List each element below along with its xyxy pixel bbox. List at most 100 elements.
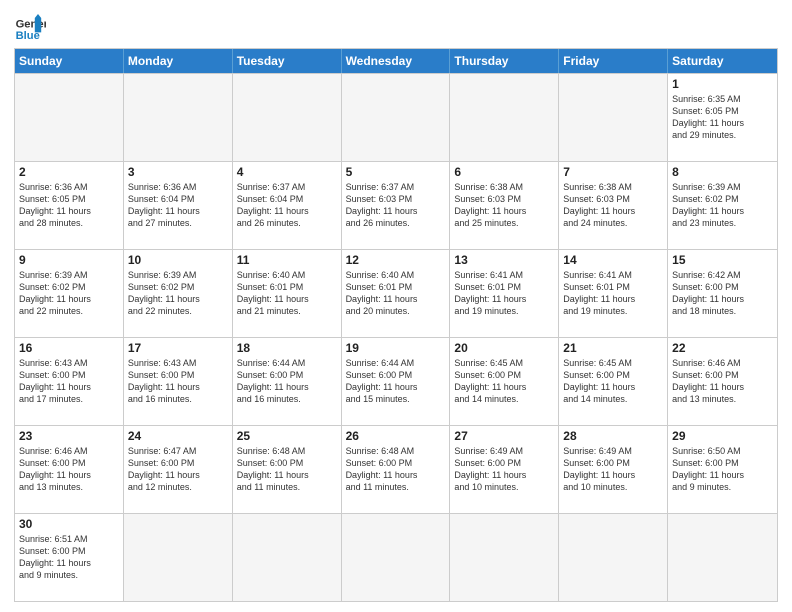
cell-date: 27	[454, 429, 554, 443]
cal-cell: 4 Sunrise: 6:37 AM Sunset: 6:04 PM Daylig…	[233, 162, 342, 249]
cell-info: Sunrise: 6:50 AM Sunset: 6:00 PM Dayligh…	[672, 445, 773, 494]
cal-cell	[450, 74, 559, 161]
cell-date: 16	[19, 341, 119, 355]
cal-cell: 26 Sunrise: 6:48 AM Sunset: 6:00 PM Dayli…	[342, 426, 451, 513]
cell-date: 19	[346, 341, 446, 355]
cell-date: 1	[672, 77, 773, 91]
cal-cell	[124, 514, 233, 601]
cell-info: Sunrise: 6:48 AM Sunset: 6:00 PM Dayligh…	[346, 445, 446, 494]
cal-cell: 29 Sunrise: 6:50 AM Sunset: 6:00 PM Dayli…	[668, 426, 777, 513]
cal-cell	[668, 514, 777, 601]
cell-date: 3	[128, 165, 228, 179]
cal-week-row: 30 Sunrise: 6:51 AM Sunset: 6:00 PM Dayli…	[15, 513, 777, 601]
cell-info: Sunrise: 6:41 AM Sunset: 6:01 PM Dayligh…	[454, 269, 554, 318]
cal-cell: 13 Sunrise: 6:41 AM Sunset: 6:01 PM Dayli…	[450, 250, 559, 337]
logo-icon: General Blue	[14, 10, 46, 42]
cell-info: Sunrise: 6:36 AM Sunset: 6:05 PM Dayligh…	[19, 181, 119, 230]
cal-week-row: 16 Sunrise: 6:43 AM Sunset: 6:00 PM Dayli…	[15, 337, 777, 425]
header: General Blue	[14, 10, 778, 42]
cal-week-row: 9 Sunrise: 6:39 AM Sunset: 6:02 PM Daylig…	[15, 249, 777, 337]
cell-info: Sunrise: 6:48 AM Sunset: 6:00 PM Dayligh…	[237, 445, 337, 494]
cell-info: Sunrise: 6:49 AM Sunset: 6:00 PM Dayligh…	[454, 445, 554, 494]
cell-info: Sunrise: 6:44 AM Sunset: 6:00 PM Dayligh…	[237, 357, 337, 406]
cell-info: Sunrise: 6:46 AM Sunset: 6:00 PM Dayligh…	[19, 445, 119, 494]
cell-date: 5	[346, 165, 446, 179]
cell-date: 21	[563, 341, 663, 355]
cell-info: Sunrise: 6:37 AM Sunset: 6:04 PM Dayligh…	[237, 181, 337, 230]
cell-info: Sunrise: 6:38 AM Sunset: 6:03 PM Dayligh…	[563, 181, 663, 230]
cell-info: Sunrise: 6:43 AM Sunset: 6:00 PM Dayligh…	[128, 357, 228, 406]
cell-info: Sunrise: 6:37 AM Sunset: 6:03 PM Dayligh…	[346, 181, 446, 230]
cal-cell	[342, 74, 451, 161]
cal-cell: 27 Sunrise: 6:49 AM Sunset: 6:00 PM Dayli…	[450, 426, 559, 513]
calendar: SundayMondayTuesdayWednesdayThursdayFrid…	[14, 48, 778, 602]
cell-date: 6	[454, 165, 554, 179]
cal-header-cell: Sunday	[15, 49, 124, 73]
cal-cell: 9 Sunrise: 6:39 AM Sunset: 6:02 PM Daylig…	[15, 250, 124, 337]
cell-date: 20	[454, 341, 554, 355]
cell-date: 2	[19, 165, 119, 179]
cal-cell: 25 Sunrise: 6:48 AM Sunset: 6:00 PM Dayli…	[233, 426, 342, 513]
cal-header-cell: Monday	[124, 49, 233, 73]
cell-date: 26	[346, 429, 446, 443]
cell-info: Sunrise: 6:42 AM Sunset: 6:00 PM Dayligh…	[672, 269, 773, 318]
cell-info: Sunrise: 6:49 AM Sunset: 6:00 PM Dayligh…	[563, 445, 663, 494]
calendar-header-row: SundayMondayTuesdayWednesdayThursdayFrid…	[15, 49, 777, 73]
cell-info: Sunrise: 6:35 AM Sunset: 6:05 PM Dayligh…	[672, 93, 773, 142]
calendar-body: 1 Sunrise: 6:35 AM Sunset: 6:05 PM Daylig…	[15, 73, 777, 601]
cal-cell	[15, 74, 124, 161]
cell-info: Sunrise: 6:39 AM Sunset: 6:02 PM Dayligh…	[128, 269, 228, 318]
cal-cell: 18 Sunrise: 6:44 AM Sunset: 6:00 PM Dayli…	[233, 338, 342, 425]
cal-week-row: 2 Sunrise: 6:36 AM Sunset: 6:05 PM Daylig…	[15, 161, 777, 249]
cell-info: Sunrise: 6:44 AM Sunset: 6:00 PM Dayligh…	[346, 357, 446, 406]
cal-header-cell: Wednesday	[342, 49, 451, 73]
cal-cell: 6Sunrise: 6:38 AM Sunset: 6:03 PM Daylig…	[450, 162, 559, 249]
cell-date: 18	[237, 341, 337, 355]
cal-cell: 5 Sunrise: 6:37 AM Sunset: 6:03 PM Daylig…	[342, 162, 451, 249]
page: General Blue SundayMondayTuesdayWednesda…	[0, 0, 792, 612]
cell-info: Sunrise: 6:40 AM Sunset: 6:01 PM Dayligh…	[346, 269, 446, 318]
cell-date: 25	[237, 429, 337, 443]
cell-info: Sunrise: 6:39 AM Sunset: 6:02 PM Dayligh…	[672, 181, 773, 230]
cell-info: Sunrise: 6:51 AM Sunset: 6:00 PM Dayligh…	[19, 533, 119, 582]
cal-cell: 11Sunrise: 6:40 AM Sunset: 6:01 PM Dayli…	[233, 250, 342, 337]
cal-cell	[450, 514, 559, 601]
cell-date: 7	[563, 165, 663, 179]
cal-cell	[342, 514, 451, 601]
cell-info: Sunrise: 6:41 AM Sunset: 6:01 PM Dayligh…	[563, 269, 663, 318]
cell-date: 4	[237, 165, 337, 179]
svg-text:General: General	[16, 19, 46, 31]
cal-cell: 12Sunrise: 6:40 AM Sunset: 6:01 PM Dayli…	[342, 250, 451, 337]
cell-info: Sunrise: 6:39 AM Sunset: 6:02 PM Dayligh…	[19, 269, 119, 318]
cal-cell: 15Sunrise: 6:42 AM Sunset: 6:00 PM Dayli…	[668, 250, 777, 337]
cell-date: 8	[672, 165, 773, 179]
cal-cell: 1 Sunrise: 6:35 AM Sunset: 6:05 PM Daylig…	[668, 74, 777, 161]
cell-info: Sunrise: 6:40 AM Sunset: 6:01 PM Dayligh…	[237, 269, 337, 318]
cell-date: 17	[128, 341, 228, 355]
cal-header-cell: Tuesday	[233, 49, 342, 73]
cell-date: 9	[19, 253, 119, 267]
cal-cell: 19 Sunrise: 6:44 AM Sunset: 6:00 PM Dayli…	[342, 338, 451, 425]
cal-header-cell: Friday	[559, 49, 668, 73]
cell-date: 28	[563, 429, 663, 443]
cell-date: 29	[672, 429, 773, 443]
cal-header-cell: Thursday	[450, 49, 559, 73]
cell-date: 24	[128, 429, 228, 443]
cell-info: Sunrise: 6:46 AM Sunset: 6:00 PM Dayligh…	[672, 357, 773, 406]
cell-info: Sunrise: 6:45 AM Sunset: 6:00 PM Dayligh…	[454, 357, 554, 406]
cal-header-cell: Saturday	[668, 49, 777, 73]
cal-cell: 20 Sunrise: 6:45 AM Sunset: 6:00 PM Dayli…	[450, 338, 559, 425]
cell-info: Sunrise: 6:36 AM Sunset: 6:04 PM Dayligh…	[128, 181, 228, 230]
cell-date: 10	[128, 253, 228, 267]
cal-cell: 30 Sunrise: 6:51 AM Sunset: 6:00 PM Dayli…	[15, 514, 124, 601]
cal-cell: 23Sunrise: 6:46 AM Sunset: 6:00 PM Dayli…	[15, 426, 124, 513]
cell-date: 22	[672, 341, 773, 355]
cal-cell: 28 Sunrise: 6:49 AM Sunset: 6:00 PM Dayli…	[559, 426, 668, 513]
cell-date: 30	[19, 517, 119, 531]
cal-cell: 7 Sunrise: 6:38 AM Sunset: 6:03 PM Daylig…	[559, 162, 668, 249]
cal-cell: 8 Sunrise: 6:39 AM Sunset: 6:02 PM Daylig…	[668, 162, 777, 249]
cal-cell	[233, 74, 342, 161]
cell-date: 13	[454, 253, 554, 267]
cal-cell: 10 Sunrise: 6:39 AM Sunset: 6:02 PM Dayli…	[124, 250, 233, 337]
cal-cell: 3 Sunrise: 6:36 AM Sunset: 6:04 PM Daylig…	[124, 162, 233, 249]
